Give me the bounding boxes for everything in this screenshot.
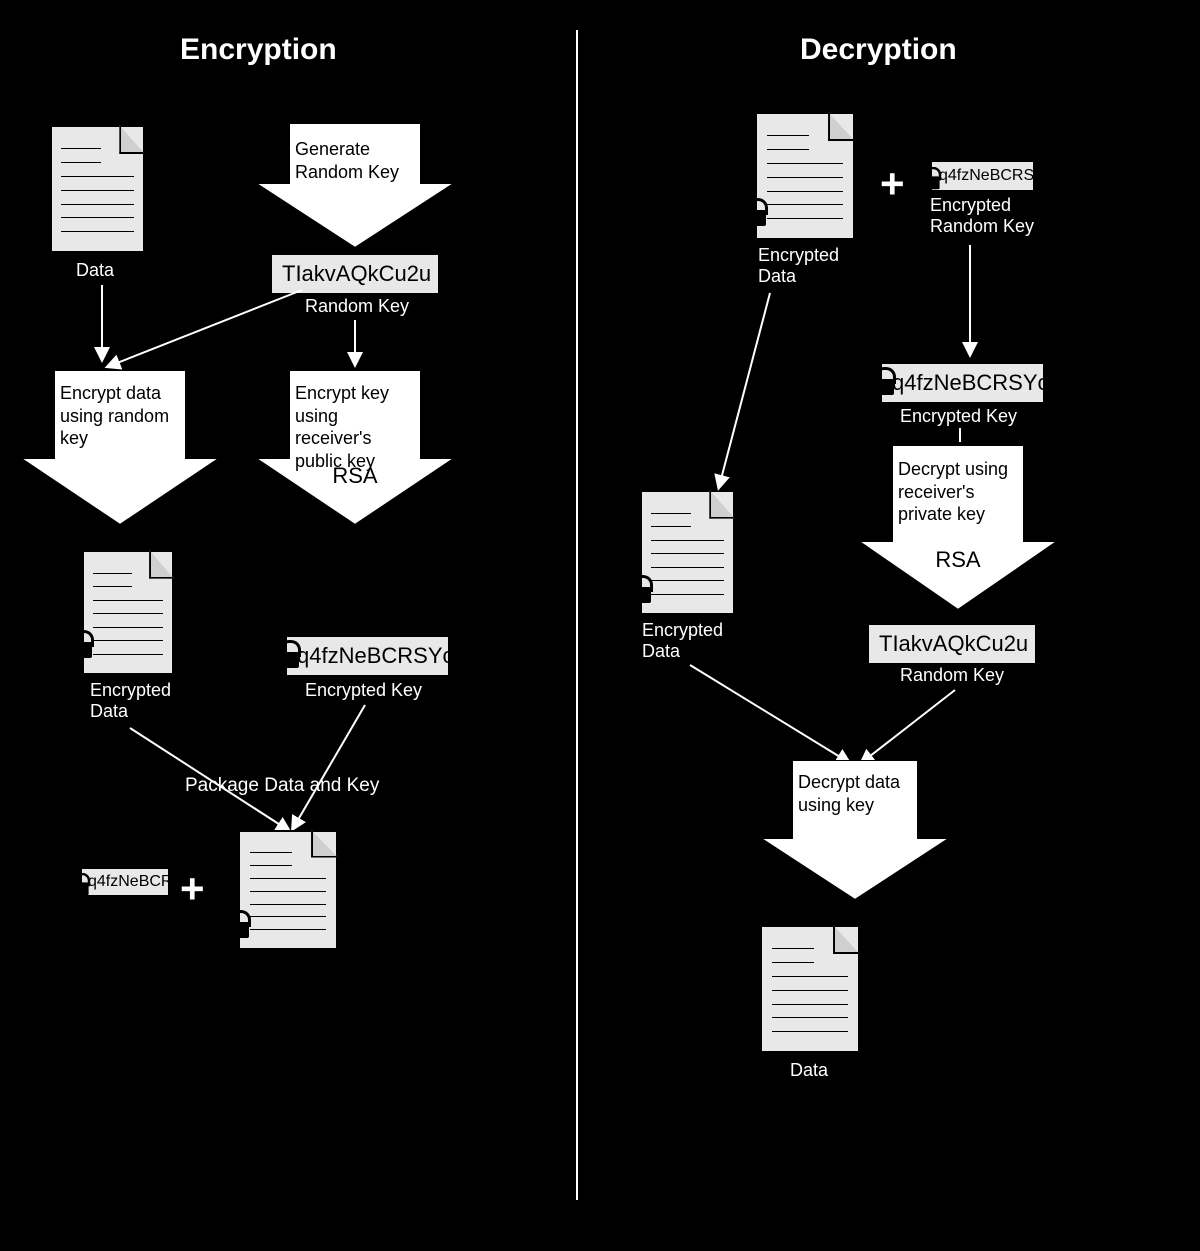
decrypted-data-doc-icon xyxy=(760,925,860,1053)
encrypted-data-label-dec-mid: Encrypted Data xyxy=(642,620,723,662)
decryption-header: Decryption xyxy=(800,33,957,67)
random-key-box: TIakvAQkCu2u xyxy=(270,253,440,295)
generate-random-key-text: Generate Random Key xyxy=(295,138,415,183)
lock-icon-package-key xyxy=(69,873,88,895)
plus-sign-dec: + xyxy=(880,160,905,208)
decrypt-data-text: Decrypt data using key xyxy=(798,771,912,816)
encrypt-key-arrow: Encrypt key using receiver's public key … xyxy=(255,370,455,525)
data-label-enc-top: Data xyxy=(76,260,114,281)
plain-data-doc-icon xyxy=(50,125,145,253)
package-doc-icon xyxy=(238,830,338,950)
encrypted-data-label-dec-top: Encrypted Data xyxy=(758,245,839,287)
lock-icon-incoming-doc xyxy=(742,198,766,226)
thin-arrow-incoming-key-down xyxy=(965,245,975,360)
thin-arrow-key-to-encrypt xyxy=(350,320,360,370)
thin-arrow-incoming-doc-down xyxy=(715,293,775,493)
lock-icon-incoming-key xyxy=(920,167,939,189)
thin-arrow-randomkey-to-decryptdata xyxy=(855,690,965,770)
lock-icon-package-doc xyxy=(225,910,249,938)
thin-arrow-encrypted-key-to-rsa xyxy=(955,428,965,448)
encrypted-key-label-dec: Encrypted Key xyxy=(900,406,1017,427)
separator-line xyxy=(576,30,578,1200)
random-key-label-enc: Random Key xyxy=(305,296,409,317)
plus-sign: + xyxy=(180,865,205,913)
decrypt-key-rsa: RSA xyxy=(858,547,1058,573)
decrypt-key-text: Decrypt using receiver's private key xyxy=(898,458,1018,526)
lock-icon-encrypted-key-enc xyxy=(275,640,299,668)
encrypt-key-text: Encrypt key using receiver's public key xyxy=(295,382,415,472)
encryption-header: Encryption xyxy=(180,33,337,67)
generate-random-key-arrow: Generate Random Key xyxy=(255,123,455,248)
decrypted-random-key-box: TIakvAQkCu2u xyxy=(867,623,1037,665)
thin-arrow-mid-doc-to-decryptdata xyxy=(685,665,855,770)
lock-icon-encrypted-data xyxy=(68,630,92,658)
lock-icon-mid-doc xyxy=(627,575,651,603)
encrypted-key-box-dec: q4fzNeBCRSYc xyxy=(880,362,1045,404)
incoming-key-box: q4fzNeBCRSYc xyxy=(930,160,1035,192)
encrypted-random-key-label-dec: Encrypted Random Key xyxy=(930,195,1034,237)
encrypted-key-box-enc: q4fzNeBCRSYc xyxy=(285,635,450,677)
thin-arrow-key-to-encrypt-data xyxy=(102,290,312,375)
encrypted-data-label-enc: Encrypted Data xyxy=(90,680,171,722)
decrypt-data-arrow: Decrypt data using key xyxy=(760,760,950,900)
encrypted-data-doc-icon xyxy=(82,550,174,675)
encrypt-key-rsa: RSA xyxy=(255,463,455,489)
thin-arrow-encdata-to-pkg xyxy=(125,728,295,838)
data-label-dec-bottom: Data xyxy=(790,1060,828,1081)
encrypted-key-label-enc: Encrypted Key xyxy=(305,680,422,701)
thin-arrow-enckey-to-pkg xyxy=(285,705,375,835)
incoming-doc-icon xyxy=(755,112,855,240)
lock-icon-encrypted-key-dec xyxy=(870,367,894,395)
encrypt-data-arrow: Encrypt data using random key xyxy=(20,370,220,525)
package-key-box: q4fzNeBCRSYc xyxy=(80,867,170,897)
random-key-label-dec: Random Key xyxy=(900,665,1004,686)
encrypt-data-text: Encrypt data using random key xyxy=(60,382,180,450)
decrypt-key-arrow: Decrypt using receiver's private key RSA xyxy=(858,445,1058,610)
mid-encrypted-doc-icon xyxy=(640,490,735,615)
